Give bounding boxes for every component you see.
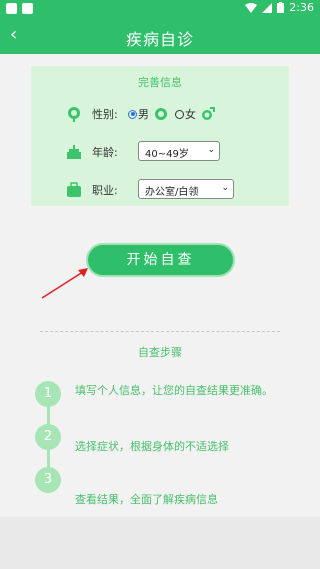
briefcase-icon [66,182,82,198]
male-icon [200,106,216,122]
age-row: 年龄: [66,141,128,163]
female-icon [153,106,169,122]
step-2-text: 选择症状，根据身体的不适选择 [75,440,229,453]
battery-icon [277,2,285,13]
notification-icon [6,3,17,14]
step-3-badge: 3 [35,467,61,493]
chevron-down-icon: ⌄ [221,183,229,193]
gender-label: 性别: [92,108,118,121]
card-heading: 完善信息 [138,76,182,89]
age-label: 年龄: [92,146,118,159]
cake-icon [66,144,82,160]
arrow-pointer-icon [41,268,88,299]
page-title: 疾病自诊 [125,30,194,49]
occupation-select-value: 办公室/白领 [145,187,199,198]
bottom-bar [0,517,320,569]
status-bar: 2:36 [0,0,320,18]
steps-title: 自查步骤 [138,346,182,359]
age-select-value: 40~49岁 [145,149,189,160]
wifi-icon [245,2,258,13]
gender-icon [66,106,82,122]
gender-male-label: 男 [138,108,149,121]
step-1-badge: 1 [35,381,61,407]
clock: 2:36 [289,1,314,14]
occupation-select[interactable]: 办公室/白领 ⌄ [138,179,234,199]
occupation-label: 职业: [92,184,118,197]
gender-female-radio[interactable] [175,109,184,119]
gender-male-radio[interactable] [128,109,137,119]
step-1-text: 填写个人信息，让您的自查结果更准确。 [75,384,273,397]
chevron-down-icon: ⌄ [207,145,215,155]
gender-row: 性别: 男 女 [66,103,216,125]
start-check-button[interactable]: 开始自查 [88,245,233,275]
signal-icon [262,2,273,13]
occupation-row: 职业: [66,179,128,201]
step-2-badge: 2 [35,424,61,450]
gender-female-label: 女 [185,108,196,121]
app-bar: ‹ 疾病自诊 [0,18,320,54]
notification-icon [22,3,33,14]
age-select[interactable]: 40~49岁 ⌄ [138,141,220,161]
divider [40,331,280,332]
step-3-text: 查看结果，全面了解疾病信息 [75,493,218,506]
